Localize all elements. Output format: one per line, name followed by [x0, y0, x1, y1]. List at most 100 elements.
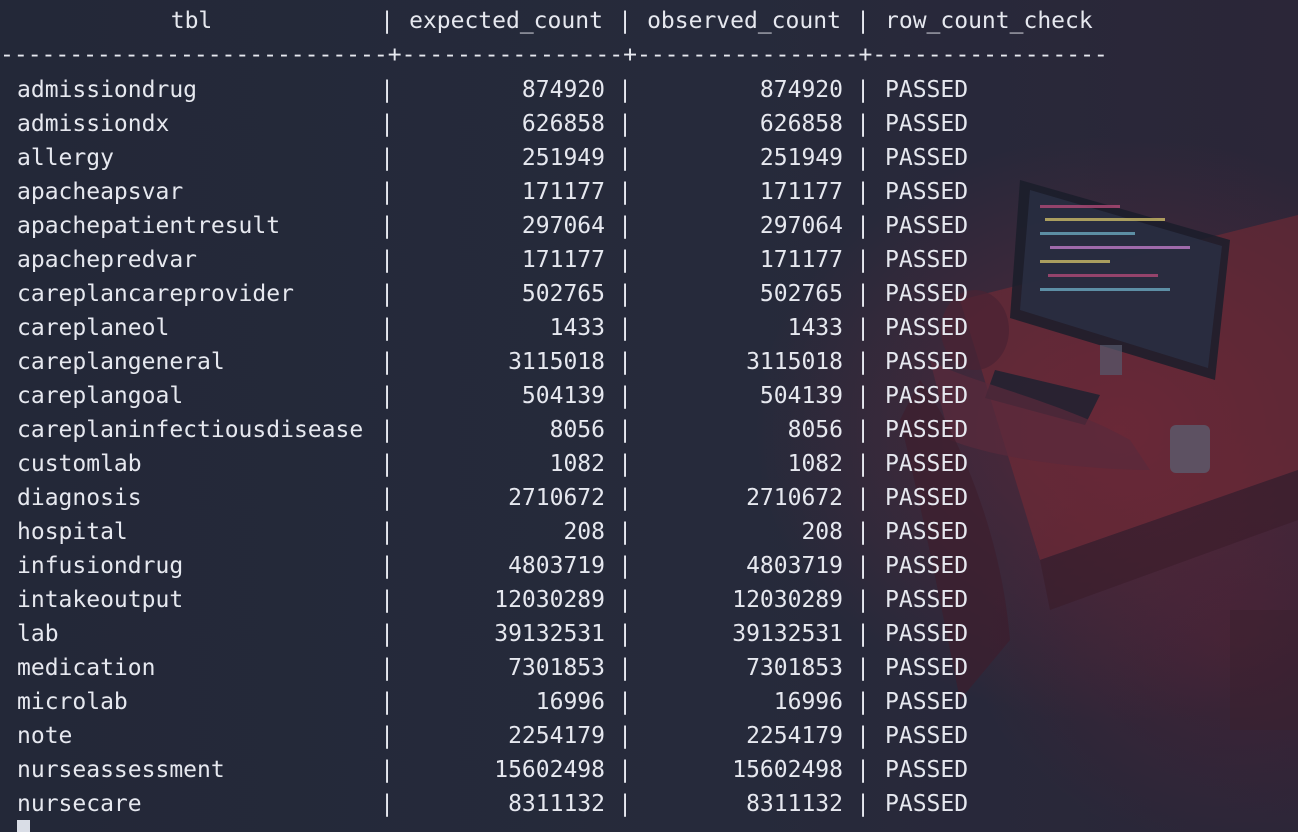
column-separator: | [380, 281, 394, 307]
cell-row-count-check: PASSED [885, 281, 969, 307]
header-tbl: tbl [170, 8, 213, 34]
cell-observed-count: 874920 [759, 77, 843, 103]
cell-row-count-check: PASSED [885, 247, 969, 273]
cell-expected-count: 8311132 [508, 791, 605, 817]
cell-observed-count: 12030289 [732, 587, 843, 613]
column-separator: | [618, 111, 632, 137]
cell-expected-count: 4803719 [508, 553, 605, 579]
cell-tbl: hospital [17, 519, 128, 545]
cell-row-count-check: PASSED [885, 451, 969, 477]
cell-tbl: admissiondrug [17, 77, 198, 103]
column-separator: | [380, 417, 394, 443]
column-separator: | [618, 77, 632, 103]
column-separator: | [618, 8, 632, 34]
cell-tbl: apachepredvar [17, 247, 198, 273]
column-separator: | [856, 519, 870, 545]
column-separator: | [618, 587, 632, 613]
header-row-count-check: row_count_check [885, 8, 1093, 34]
column-separator: | [856, 689, 870, 715]
cell-expected-count: 171177 [521, 179, 605, 205]
column-separator: | [380, 8, 394, 34]
column-separator: | [618, 213, 632, 239]
cell-row-count-check: PASSED [885, 723, 969, 749]
column-separator: | [856, 621, 870, 647]
cell-tbl: apacheapsvar [17, 179, 184, 205]
cell-expected-count: 39132531 [494, 621, 605, 647]
column-separator: | [856, 111, 870, 137]
cell-tbl: apachepatientresult [17, 213, 281, 239]
cell-observed-count: 504139 [759, 383, 843, 409]
cell-expected-count: 16996 [535, 689, 605, 715]
column-separator: | [380, 213, 394, 239]
cell-row-count-check: PASSED [885, 213, 969, 239]
column-separator: | [618, 519, 632, 545]
cell-observed-count: 2710672 [746, 485, 843, 511]
column-separator: | [856, 213, 870, 239]
cell-expected-count: 1433 [549, 315, 605, 341]
column-separator: | [618, 383, 632, 409]
cell-tbl: note [17, 723, 73, 749]
cell-observed-count: 3115018 [746, 349, 843, 375]
column-separator: | [380, 349, 394, 375]
cell-tbl: careplangoal [17, 383, 184, 409]
column-separator: | [380, 315, 394, 341]
terminal-output: tbl | expected_count | observed_count | … [0, 0, 1298, 832]
cell-expected-count: 171177 [521, 247, 605, 273]
column-separator: | [618, 757, 632, 783]
cell-expected-count: 251949 [521, 145, 605, 171]
column-separator: | [618, 655, 632, 681]
cell-expected-count: 2254179 [508, 723, 605, 749]
column-separator: | [618, 417, 632, 443]
cell-observed-count: 8311132 [746, 791, 843, 817]
column-separator: | [380, 791, 394, 817]
cell-row-count-check: PASSED [885, 417, 969, 443]
cell-row-count-check: PASSED [885, 315, 969, 341]
column-separator: | [856, 349, 870, 375]
cell-row-count-check: PASSED [885, 621, 969, 647]
cell-tbl: careplaneol [17, 315, 170, 341]
column-separator: | [618, 179, 632, 205]
cell-tbl: customlab [17, 451, 142, 477]
column-separator: | [380, 485, 394, 511]
cell-row-count-check: PASSED [885, 757, 969, 783]
cell-expected-count: 502765 [521, 281, 605, 307]
column-separator: | [380, 621, 394, 647]
cell-row-count-check: PASSED [885, 689, 969, 715]
header-observed-count: observed_count [647, 8, 841, 34]
cell-row-count-check: PASSED [885, 179, 969, 205]
cell-expected-count: 12030289 [494, 587, 605, 613]
column-separator: | [618, 553, 632, 579]
column-separator: | [380, 145, 394, 171]
column-separator: | [856, 587, 870, 613]
cell-observed-count: 7301853 [746, 655, 843, 681]
cell-observed-count: 16996 [773, 689, 843, 715]
cell-observed-count: 15602498 [732, 757, 843, 783]
cell-row-count-check: PASSED [885, 587, 969, 613]
cell-observed-count: 2254179 [746, 723, 843, 749]
column-separator: | [856, 451, 870, 477]
cell-expected-count: 2710672 [508, 485, 605, 511]
cell-observed-count: 39132531 [732, 621, 843, 647]
column-separator: | [856, 145, 870, 171]
cell-row-count-check: PASSED [885, 553, 969, 579]
cell-tbl: careplaninfectiousdisease [17, 417, 364, 443]
column-separator: | [380, 757, 394, 783]
cell-tbl: lab [17, 621, 59, 647]
column-separator: | [380, 451, 394, 477]
column-separator: | [380, 383, 394, 409]
column-separator: | [856, 757, 870, 783]
column-separator: | [380, 179, 394, 205]
column-separator: | [618, 621, 632, 647]
cell-observed-count: 626858 [759, 111, 843, 137]
cell-expected-count: 208 [563, 519, 605, 545]
cell-row-count-check: PASSED [885, 77, 969, 103]
cell-row-count-check: PASSED [885, 145, 969, 171]
cell-observed-count: 502765 [759, 281, 843, 307]
column-separator: | [856, 485, 870, 511]
cell-tbl: nursecare [17, 791, 142, 817]
cell-tbl: careplangeneral [17, 349, 225, 375]
cell-observed-count: 208 [801, 519, 843, 545]
cell-expected-count: 1082 [549, 451, 605, 477]
cell-row-count-check: PASSED [885, 791, 969, 817]
column-separator: | [856, 281, 870, 307]
